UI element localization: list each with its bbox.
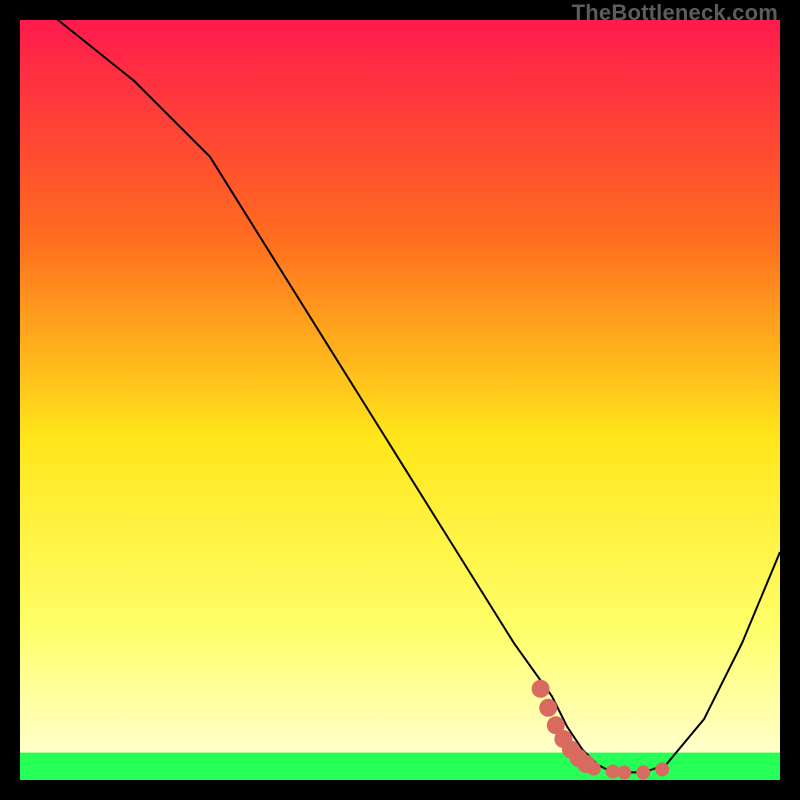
- gradient-background: [20, 20, 780, 780]
- marker-dot: [617, 765, 631, 779]
- marker-dot: [655, 762, 669, 776]
- marker-dot: [532, 680, 550, 698]
- marker-dot: [587, 762, 601, 776]
- marker-dot: [539, 699, 557, 717]
- chart-area: [20, 20, 780, 780]
- chart-svg: [20, 20, 780, 780]
- marker-dot: [636, 765, 650, 779]
- frame: TheBottleneck.com: [0, 0, 800, 800]
